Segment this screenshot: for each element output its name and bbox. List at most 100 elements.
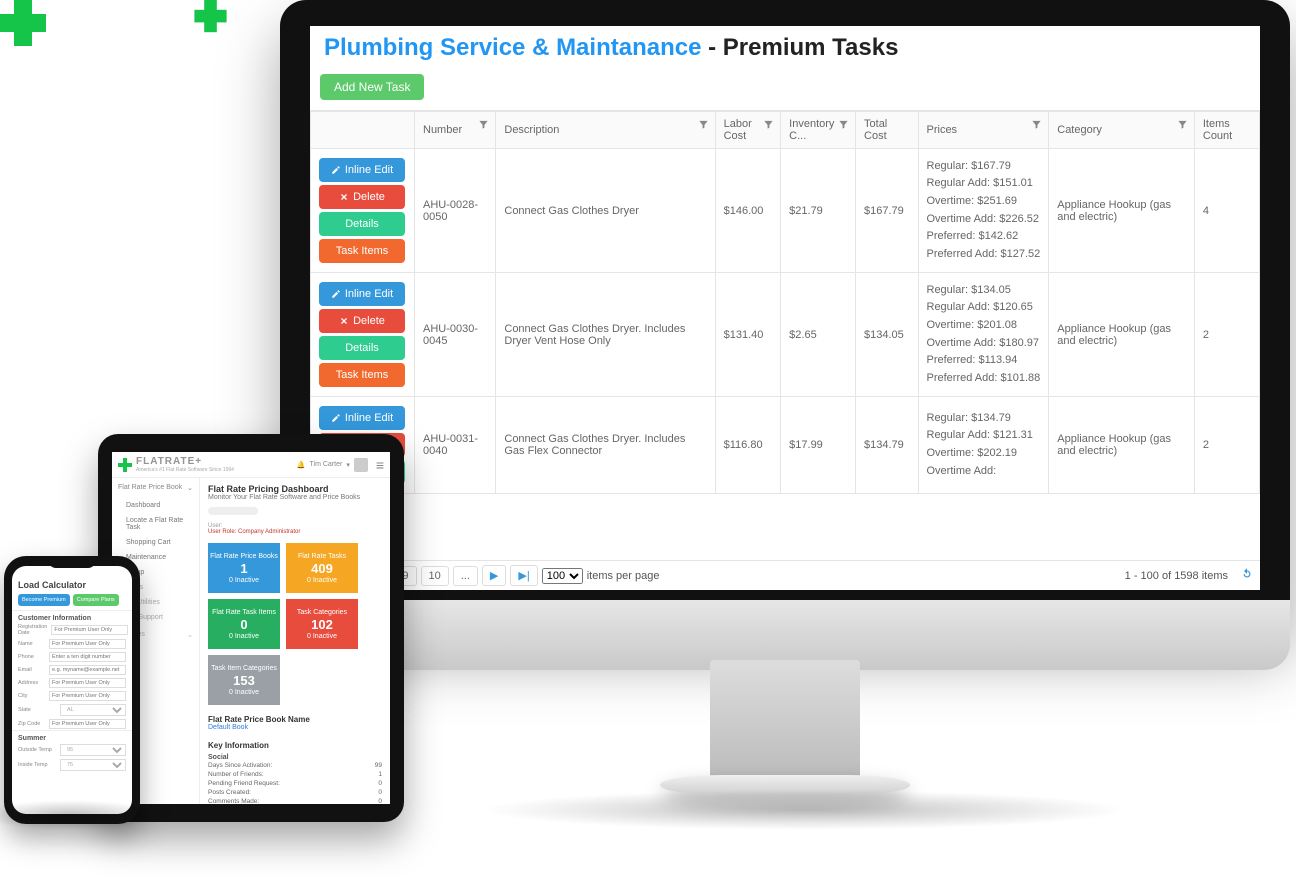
sidebar-item[interactable]: Locate a Flat Rate Task xyxy=(112,513,199,535)
field-input[interactable] xyxy=(49,678,126,688)
form-row: Registration Date xyxy=(12,622,132,637)
field-input[interactable] xyxy=(49,719,126,729)
bell-icon[interactable]: 🔔 xyxy=(297,461,306,469)
col-number[interactable]: Number xyxy=(415,112,496,149)
user-name[interactable]: Tim Carter xyxy=(310,461,343,468)
col-labor-cost[interactable]: Labor Cost xyxy=(715,112,781,149)
inline-edit-button[interactable]: Inline Edit xyxy=(319,282,405,306)
col-total-cost[interactable]: Total Cost xyxy=(856,112,918,149)
cell-total-cost: $134.05 xyxy=(856,273,918,397)
col-description[interactable]: Description xyxy=(496,112,715,149)
details-button[interactable]: Details xyxy=(319,212,405,236)
filter-icon[interactable] xyxy=(478,119,489,133)
delete-button[interactable]: Delete xyxy=(319,185,405,209)
stat-card[interactable]: Task Item Categories1530 Inactive xyxy=(208,655,280,705)
logo-plus-icon xyxy=(118,458,132,472)
cell-description: Connect Gas Clothes Dryer. Includes Drye… xyxy=(496,273,715,397)
kv-row: Pending Friend Request:0 xyxy=(208,779,382,788)
kv-row: Number of Friends:1 xyxy=(208,770,382,779)
filter-icon[interactable] xyxy=(763,119,774,133)
details-button[interactable]: Details xyxy=(319,336,405,360)
kv-row: Comments Made:0 xyxy=(208,797,382,804)
brand-name: FLATRATE+ xyxy=(136,456,234,467)
cell-inventory-cost: $17.99 xyxy=(781,397,856,494)
inline-edit-button[interactable]: Inline Edit xyxy=(319,158,405,182)
pager-page-button[interactable]: ... xyxy=(453,566,478,586)
form-row: Zip Code xyxy=(12,717,132,730)
cell-prices: Regular: $134.05Regular Add: $120.65Over… xyxy=(918,273,1049,397)
desktop-monitor: Plumbing Service & Maintanance - Premium… xyxy=(280,0,1290,700)
form-row: Outside Temp95 xyxy=(12,742,132,757)
field-select[interactable]: AL xyxy=(60,704,126,716)
col-category[interactable]: Category xyxy=(1049,112,1195,149)
task-items-button[interactable]: Task Items xyxy=(319,363,405,387)
cell-labor-cost: $131.40 xyxy=(715,273,781,397)
filter-icon[interactable] xyxy=(698,119,709,133)
compare-plans-button[interactable]: Compare Plans xyxy=(73,594,119,606)
field-input[interactable] xyxy=(51,625,128,635)
cell-items-count: 2 xyxy=(1194,397,1259,494)
field-select[interactable]: 75 xyxy=(60,759,126,771)
stat-card[interactable]: Task Categories1020 Inactive xyxy=(286,599,358,649)
form-row: Inside Temp75 xyxy=(12,757,132,772)
pager: 678910... ▶ ▶| 100 items per page 1 - 10… xyxy=(310,560,1260,590)
cell-inventory-cost: $21.79 xyxy=(781,149,856,273)
stat-card[interactable]: Flat Rate Tasks4090 Inactive xyxy=(286,543,358,593)
field-input[interactable] xyxy=(49,652,126,662)
field-select[interactable]: 95 xyxy=(60,744,126,756)
avatar[interactable] xyxy=(354,458,368,472)
col-prices[interactable]: Prices xyxy=(918,112,1049,149)
cell-prices: Regular: $134.79Regular Add: $121.31Over… xyxy=(918,397,1049,494)
form-row: Email xyxy=(12,663,132,676)
cell-items-count: 2 xyxy=(1194,273,1259,397)
tablet-header: FLATRATE+ America's #1 Flat Rate Softwar… xyxy=(112,452,390,478)
stat-card[interactable]: Flat Rate Task Items00 Inactive xyxy=(208,599,280,649)
phone-device: Load Calculator Become Premium Compare P… xyxy=(4,556,140,824)
table-header-row: Number Description Labor Cost Inventory … xyxy=(311,112,1260,149)
page-title: Plumbing Service & Maintanance - Premium… xyxy=(310,26,1260,70)
inline-edit-button[interactable]: Inline Edit xyxy=(319,406,405,430)
menu-icon[interactable]: ≡ xyxy=(376,457,384,473)
cell-number: AHU-0028-0050 xyxy=(415,149,496,273)
tablet-main: Flat Rate Pricing Dashboard Monitor Your… xyxy=(200,478,390,804)
default-book-link[interactable]: Default Book xyxy=(208,724,382,731)
task-items-button[interactable]: Task Items xyxy=(319,239,405,263)
page-size-select[interactable]: 100 xyxy=(542,568,583,584)
filter-icon[interactable] xyxy=(1031,119,1042,133)
delete-button[interactable]: Delete xyxy=(319,309,405,333)
cell-total-cost: $167.79 xyxy=(856,149,918,273)
cell-labor-cost: $146.00 xyxy=(715,149,781,273)
cell-number: AHU-0030-0045 xyxy=(415,273,496,397)
col-inventory-cost[interactable]: Inventory C... xyxy=(781,112,856,149)
become-premium-button[interactable]: Become Premium xyxy=(18,594,70,606)
pager-range: 1 - 100 of 1598 items xyxy=(1125,570,1228,582)
filter-icon[interactable] xyxy=(1177,119,1188,133)
stat-card[interactable]: Flat Rate Price Books10 Inactive xyxy=(208,543,280,593)
sidebar-item[interactable]: Dashboard xyxy=(112,498,199,513)
pager-page-button[interactable]: 10 xyxy=(421,566,449,586)
cell-prices: Regular: $167.79Regular Add: $151.01Over… xyxy=(918,149,1049,273)
filter-icon[interactable] xyxy=(838,119,849,133)
cell-category: Appliance Hookup (gas and electric) xyxy=(1049,149,1195,273)
tasks-table: Number Description Labor Cost Inventory … xyxy=(310,111,1260,494)
table-row: Inline Edit Delete Details Task Items AH… xyxy=(311,273,1260,397)
customer-info-heading: Customer Information xyxy=(12,610,132,622)
field-input[interactable] xyxy=(49,639,126,649)
cell-inventory-cost: $2.65 xyxy=(781,273,856,397)
tablet-device: FLATRATE+ America's #1 Flat Rate Softwar… xyxy=(98,434,404,822)
pager-next-button[interactable]: ▶ xyxy=(482,565,506,586)
sidebar-item[interactable]: Shopping Cart xyxy=(112,535,199,550)
form-row: City xyxy=(12,689,132,702)
cell-category: Appliance Hookup (gas and electric) xyxy=(1049,273,1195,397)
pager-last-button[interactable]: ▶| xyxy=(510,565,537,586)
chevron-down-icon[interactable]: ⌄ xyxy=(187,484,193,492)
cell-description: Connect Gas Clothes Dryer xyxy=(496,149,715,273)
cell-items-count: 4 xyxy=(1194,149,1259,273)
add-new-task-button[interactable]: Add New Task xyxy=(320,74,424,100)
field-input[interactable] xyxy=(49,691,126,701)
field-input[interactable] xyxy=(49,665,126,675)
kv-row: Posts Created:0 xyxy=(208,788,382,797)
summer-heading: Summer xyxy=(12,730,132,742)
refresh-icon[interactable] xyxy=(1240,567,1254,584)
col-items-count[interactable]: Items Count xyxy=(1194,112,1259,149)
